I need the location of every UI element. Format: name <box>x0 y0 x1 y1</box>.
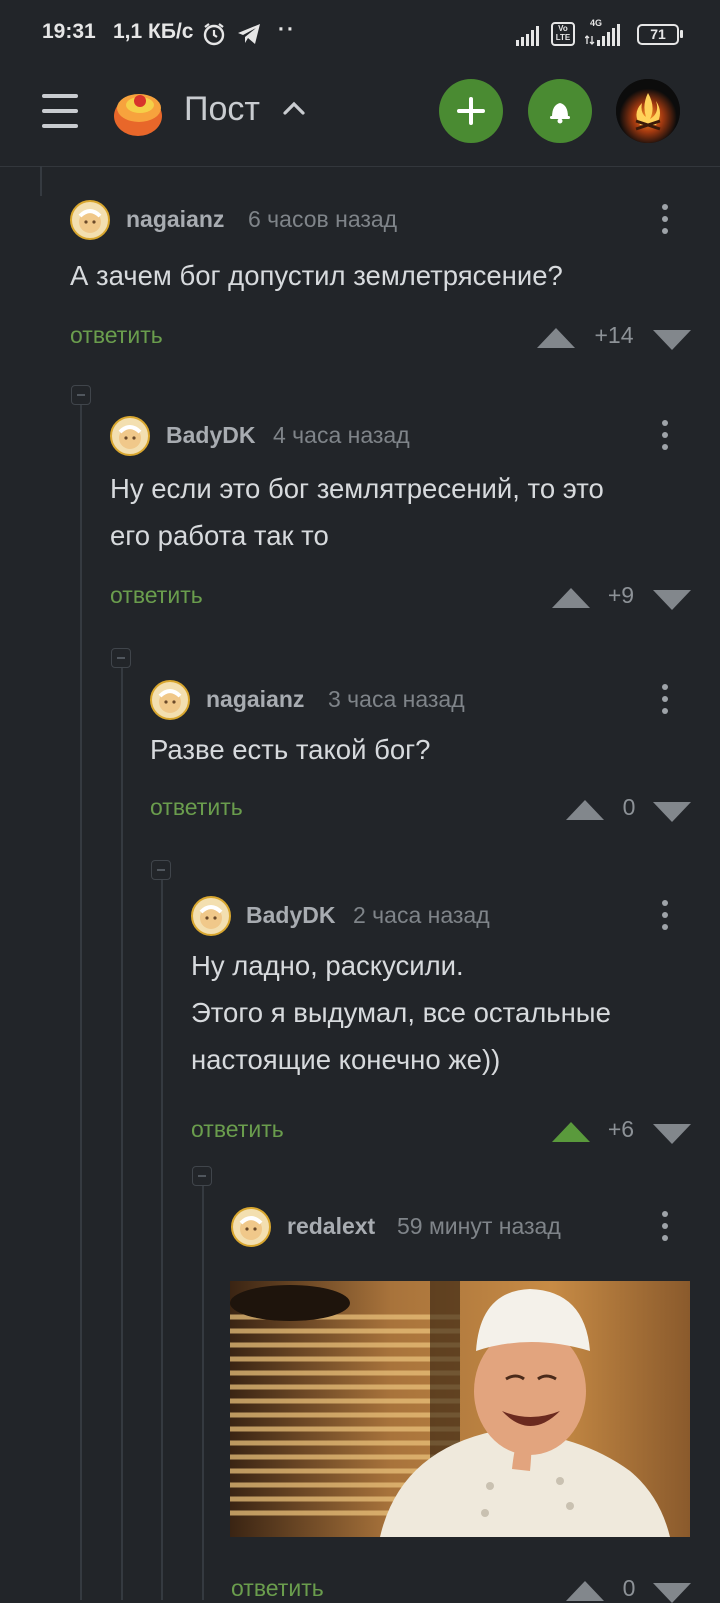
more-vertical-icon[interactable] <box>662 1211 668 1241</box>
more-vertical-icon[interactable] <box>662 900 668 930</box>
thread-line <box>40 166 42 196</box>
comment-author[interactable]: nagaianz <box>206 686 304 713</box>
comment-text: А зачем бог допустил землетрясение? <box>70 260 563 291</box>
upvote-icon[interactable] <box>566 800 604 820</box>
downvote-icon[interactable] <box>653 802 691 822</box>
default-avatar-icon <box>239 1216 263 1240</box>
collapse-thread-button[interactable] <box>192 1166 212 1186</box>
comment-time: 4 часа назад <box>273 422 410 448</box>
collapse-thread-button[interactable] <box>71 385 91 405</box>
comment-time: 3 часа назад <box>328 686 465 712</box>
comment-score: 0 <box>622 794 636 820</box>
more-vertical-icon[interactable] <box>662 420 668 450</box>
comment-score: +6 <box>607 1116 635 1142</box>
comment-text: Ну ладно, раскусили. Этого я выдумал, вс… <box>191 950 611 1075</box>
default-avatar-icon <box>118 425 142 449</box>
laughing-chef-photo[interactable] <box>230 1281 690 1537</box>
hamburger-icon[interactable] <box>42 94 78 128</box>
battery-tip <box>680 30 683 38</box>
avatar[interactable] <box>231 1207 271 1247</box>
chef-image <box>230 1281 690 1537</box>
battery-icon: 71 <box>637 24 679 45</box>
campfire-avatar-image <box>616 79 680 143</box>
add-post-button[interactable] <box>439 79 503 143</box>
comment-author[interactable]: nagaianz <box>126 206 224 233</box>
status-network-speed: 1,1 КБ/с <box>113 20 194 43</box>
pikabu-logo[interactable] <box>108 84 164 140</box>
comment-score: +9 <box>607 582 635 608</box>
bell-icon <box>550 103 570 124</box>
comment: redalext 59 минут назад ответить 0 <box>0 1203 720 1603</box>
avatar[interactable] <box>70 200 110 240</box>
downvote-icon[interactable] <box>653 330 691 350</box>
downvote-icon[interactable] <box>653 1583 691 1603</box>
downvote-icon[interactable] <box>653 590 691 610</box>
upvote-icon[interactable] <box>552 1122 590 1142</box>
comment: BadyDK 2 часа назад Ну ладно, раскусили.… <box>0 892 720 1162</box>
app-header: Пост <box>0 70 720 167</box>
more-vertical-icon[interactable] <box>662 684 668 714</box>
default-avatar-icon <box>199 905 223 929</box>
comment-score: +14 <box>594 322 634 348</box>
upvote-icon[interactable] <box>552 588 590 608</box>
more-notifications-icon: ·· <box>278 18 296 41</box>
reply-link[interactable]: ответить <box>110 582 203 609</box>
collapse-thread-button[interactable] <box>151 860 171 880</box>
avatar[interactable] <box>110 416 150 456</box>
downvote-icon[interactable] <box>653 1124 691 1144</box>
comment: nagaianz 6 часов назад А зачем бог допус… <box>0 196 720 376</box>
comment-time: 2 часа назад <box>353 902 490 928</box>
default-avatar-icon <box>158 689 182 713</box>
avatar[interactable] <box>150 680 190 720</box>
upvote-icon[interactable] <box>537 328 575 348</box>
telegram-icon <box>238 24 260 44</box>
user-avatar[interactable] <box>616 79 680 143</box>
reply-link[interactable]: ответить <box>191 1116 284 1143</box>
comment-score: 0 <box>622 1575 636 1601</box>
avatar[interactable] <box>191 896 231 936</box>
status-bar: 19:31 1,1 КБ/с ·· Vo LTE 4G 71 <box>0 0 720 70</box>
reply-link[interactable]: ответить <box>150 794 243 821</box>
comment-text: Ну если это бог землятресений, то это ег… <box>110 473 604 551</box>
battery-level: 71 <box>650 26 666 42</box>
reply-link[interactable]: ответить <box>70 322 163 349</box>
default-avatar-icon <box>78 209 102 233</box>
plus-icon <box>457 97 485 125</box>
comment-author[interactable]: redalext <box>287 1213 375 1240</box>
chevron-up-icon[interactable] <box>281 96 307 122</box>
comment-author[interactable]: BadyDK <box>166 422 255 449</box>
page-title[interactable]: Пост <box>184 90 260 129</box>
notifications-button[interactable] <box>528 79 592 143</box>
collapse-thread-button[interactable] <box>111 648 131 668</box>
comment: nagaianz 3 часа назад Разве есть такой б… <box>0 676 720 856</box>
comment-author[interactable]: BadyDK <box>246 902 335 929</box>
comment-time: 6 часов назад <box>248 206 398 232</box>
upvote-icon[interactable] <box>566 1581 604 1601</box>
reply-link[interactable]: ответить <box>231 1575 324 1602</box>
alarm-icon <box>203 23 225 46</box>
signal-icon <box>516 26 539 46</box>
comment-text: Разве есть такой бог? <box>150 734 431 765</box>
comment: BadyDK 4 часа назад Ну если это бог земл… <box>0 412 720 642</box>
status-time: 19:31 <box>42 20 96 43</box>
comment-time: 59 минут назад <box>397 1213 561 1239</box>
volte-icon: Vo LTE <box>551 22 575 46</box>
signal-icon-2 <box>585 24 620 46</box>
more-vertical-icon[interactable] <box>662 204 668 234</box>
